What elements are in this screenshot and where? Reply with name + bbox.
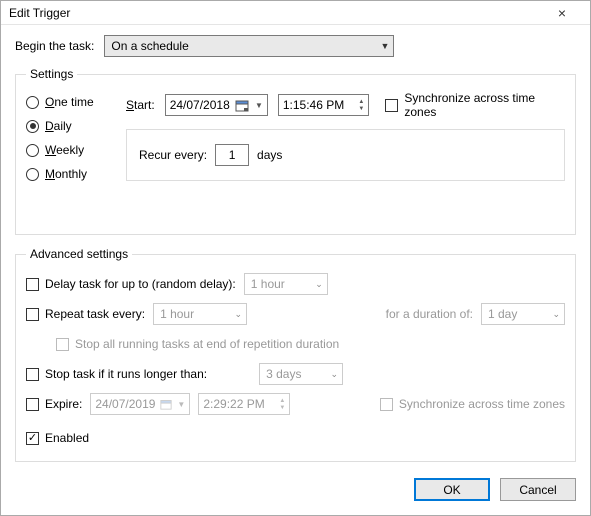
checkbox-icon bbox=[56, 338, 69, 351]
ok-button[interactable]: OK bbox=[414, 478, 490, 501]
spinner-icon: ▲▼ bbox=[358, 99, 364, 112]
enabled-checkbox[interactable]: Enabled bbox=[26, 431, 89, 445]
radio-monthly-label: Monthly bbox=[45, 167, 87, 181]
chevron-down-icon: ⌄ bbox=[552, 309, 560, 320]
radio-icon bbox=[26, 144, 39, 157]
checkbox-icon bbox=[26, 398, 39, 411]
start-date-input[interactable]: 24/07/2018 ▼ bbox=[165, 94, 268, 116]
stop-all-label: Stop all running tasks at end of repetit… bbox=[75, 337, 339, 351]
delay-checkbox[interactable]: Delay task for up to (random delay): bbox=[26, 277, 236, 291]
chevron-down-icon: ▼ bbox=[255, 101, 263, 110]
edit-trigger-dialog: Edit Trigger × Begin the task: On a sche… bbox=[0, 0, 591, 516]
begin-task-select[interactable]: On a schedule ▼ bbox=[104, 35, 394, 57]
expire-time-value: 2:29:22 PM bbox=[203, 397, 264, 411]
dialog-footer: OK Cancel bbox=[1, 470, 590, 515]
enabled-label: Enabled bbox=[45, 431, 89, 445]
expire-checkbox[interactable]: Expire: bbox=[26, 397, 82, 411]
checkbox-icon bbox=[26, 368, 39, 381]
radio-icon bbox=[26, 120, 39, 133]
repeat-label: Repeat task every: bbox=[45, 307, 145, 321]
radio-one-time[interactable]: One time bbox=[26, 95, 118, 109]
radio-weekly[interactable]: Weekly bbox=[26, 143, 118, 157]
delay-value: 1 hour bbox=[251, 277, 285, 291]
checkbox-icon bbox=[380, 398, 393, 411]
checkbox-icon bbox=[385, 99, 398, 112]
chevron-down-icon: ⌄ bbox=[331, 369, 339, 380]
content-area: Begin the task: On a schedule ▼ Settings… bbox=[1, 25, 590, 470]
start-row: Start: 24/07/2018 ▼ 1:15:46 PM ▲▼ bbox=[126, 91, 565, 119]
repeat-checkbox[interactable]: Repeat task every: bbox=[26, 307, 145, 321]
radio-icon bbox=[26, 168, 39, 181]
expire-date-value: 24/07/2019 bbox=[95, 397, 155, 411]
repeat-combo[interactable]: 1 hour ⌄ bbox=[153, 303, 247, 325]
radio-monthly[interactable]: Monthly bbox=[26, 167, 118, 181]
expire-sync-label: Synchronize across time zones bbox=[399, 397, 565, 411]
chevron-down-icon: ⌄ bbox=[235, 309, 243, 320]
begin-task-label: Begin the task: bbox=[15, 39, 94, 53]
delay-combo[interactable]: 1 hour ⌄ bbox=[244, 273, 328, 295]
start-date-value: 24/07/2018 bbox=[170, 98, 230, 112]
stop-long-value: 3 days bbox=[266, 367, 301, 381]
radio-daily[interactable]: Daily bbox=[26, 119, 118, 133]
checkbox-icon bbox=[26, 278, 39, 291]
radio-daily-label: Daily bbox=[45, 119, 72, 133]
expire-date-input[interactable]: 24/07/2019 ▼ bbox=[90, 393, 190, 415]
begin-task-value: On a schedule bbox=[111, 39, 188, 53]
duration-value: 1 day bbox=[488, 307, 517, 321]
checkbox-icon bbox=[26, 308, 39, 321]
schedule-radio-group: One time Daily Weekly Monthly bbox=[26, 91, 118, 181]
chevron-down-icon: ⌄ bbox=[315, 279, 323, 290]
chevron-down-icon: ▼ bbox=[177, 400, 185, 409]
settings-legend: Settings bbox=[26, 67, 77, 81]
radio-one-time-label: One time bbox=[45, 95, 94, 109]
expire-sync-checkbox: Synchronize across time zones bbox=[380, 397, 565, 411]
sync-timezone-label: Synchronize across time zones bbox=[404, 91, 565, 119]
recur-label: Recur every: bbox=[139, 148, 207, 162]
radio-weekly-label: Weekly bbox=[45, 143, 84, 157]
recur-unit: days bbox=[257, 148, 282, 162]
repeat-value: 1 hour bbox=[160, 307, 194, 321]
chevron-down-icon: ▼ bbox=[380, 41, 389, 51]
advanced-legend: Advanced settings bbox=[26, 247, 132, 261]
stop-long-label: Stop task if it runs longer than: bbox=[45, 367, 207, 381]
checkbox-icon bbox=[26, 432, 39, 445]
advanced-settings-group: Advanced settings Delay task for up to (… bbox=[15, 247, 576, 462]
duration-combo[interactable]: 1 day ⌄ bbox=[481, 303, 565, 325]
stop-long-checkbox[interactable]: Stop task if it runs longer than: bbox=[26, 367, 207, 381]
start-time-value: 1:15:46 PM bbox=[283, 98, 344, 112]
expire-label: Expire: bbox=[45, 397, 82, 411]
begin-task-row: Begin the task: On a schedule ▼ bbox=[15, 35, 576, 57]
window-title: Edit Trigger bbox=[9, 6, 542, 20]
titlebar: Edit Trigger × bbox=[1, 1, 590, 25]
recur-value-input[interactable]: 1 bbox=[215, 144, 249, 166]
spinner-icon: ▲▼ bbox=[279, 398, 285, 411]
radio-icon bbox=[26, 96, 39, 109]
stop-long-combo[interactable]: 3 days ⌄ bbox=[259, 363, 343, 385]
cancel-button[interactable]: Cancel bbox=[500, 478, 576, 501]
duration-label: for a duration of: bbox=[386, 307, 473, 321]
stop-all-checkbox: Stop all running tasks at end of repetit… bbox=[56, 337, 339, 351]
recur-value: 1 bbox=[229, 148, 236, 162]
calendar-icon bbox=[159, 397, 173, 411]
sync-timezone-checkbox[interactable]: Synchronize across time zones bbox=[385, 91, 565, 119]
delay-label: Delay task for up to (random delay): bbox=[45, 277, 236, 291]
start-time-input[interactable]: 1:15:46 PM ▲▼ bbox=[278, 94, 370, 116]
recur-box: Recur every: 1 days bbox=[126, 129, 565, 181]
settings-group: Settings One time Daily Weekly bbox=[15, 67, 576, 235]
calendar-icon bbox=[235, 98, 249, 112]
close-button[interactable]: × bbox=[542, 5, 582, 21]
expire-time-input[interactable]: 2:29:22 PM ▲▼ bbox=[198, 393, 290, 415]
